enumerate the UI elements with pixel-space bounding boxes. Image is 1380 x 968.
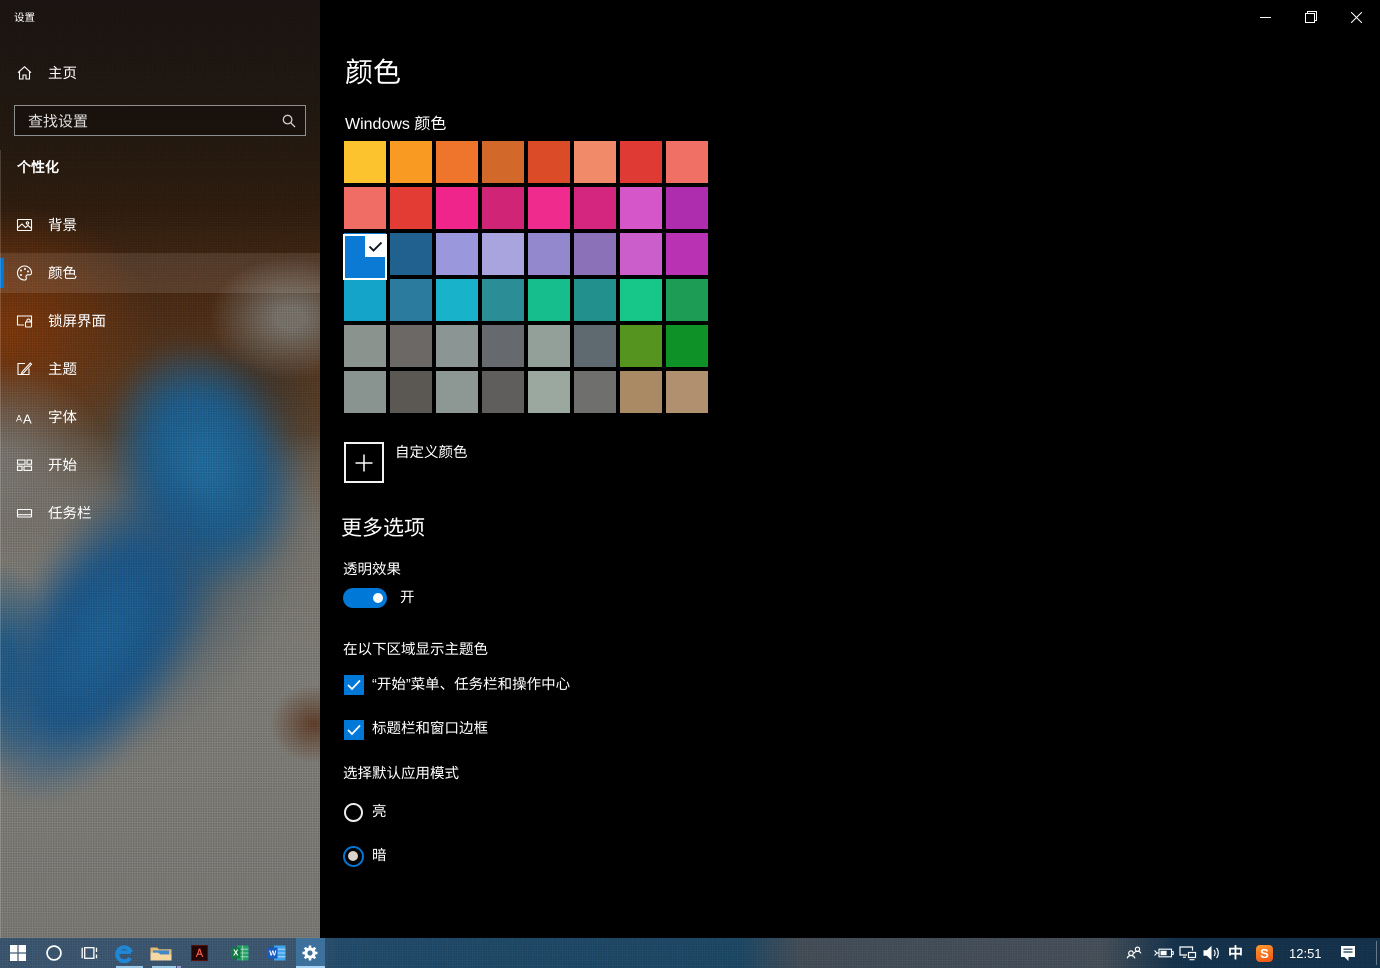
svg-text:A: A <box>23 412 32 425</box>
svg-text:A: A <box>16 414 22 424</box>
svg-text:X: X <box>233 949 239 958</box>
svg-text:W: W <box>269 948 277 957</box>
